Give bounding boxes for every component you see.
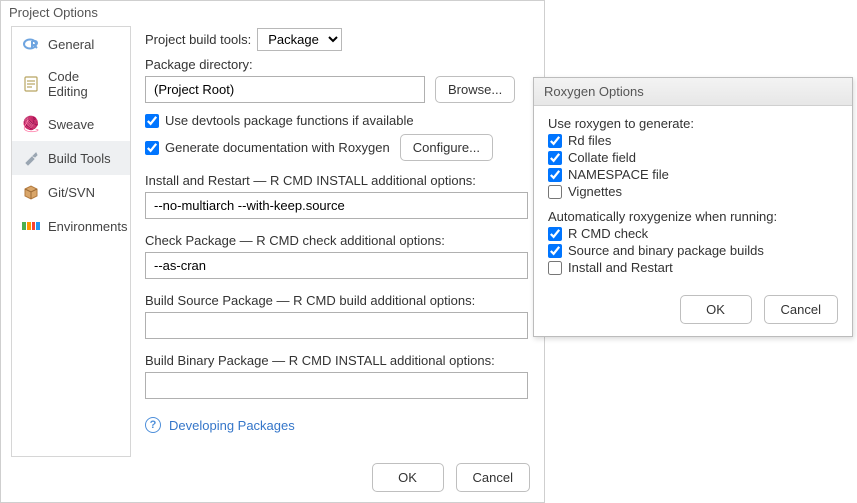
roxygen-auto-install[interactable]: Install and Restart xyxy=(548,260,838,275)
check-opts-input[interactable] xyxy=(145,252,528,279)
roxygen-auto-check[interactable]: R CMD check xyxy=(548,226,838,241)
use-devtools-checkbox[interactable] xyxy=(145,114,159,128)
configure-button[interactable]: Configure... xyxy=(400,134,493,161)
sidebar-item-label: Code Editing xyxy=(48,69,120,99)
sidebar-item-label: Build Tools xyxy=(48,151,111,166)
sidebar-item-code-editing[interactable]: Code Editing xyxy=(12,61,130,107)
package-box-icon xyxy=(22,183,40,201)
cancel-button[interactable]: Cancel xyxy=(456,463,530,492)
browse-button[interactable]: Browse... xyxy=(435,76,515,103)
roxygen-gen-vignettes[interactable]: Vignettes xyxy=(548,184,838,199)
roxygen-gen-namespace[interactable]: NAMESPACE file xyxy=(548,167,838,182)
build-src-opts-input[interactable] xyxy=(145,312,528,339)
sidebar-item-label: General xyxy=(48,37,94,52)
sidebar-item-label: Git/SVN xyxy=(48,185,95,200)
document-icon xyxy=(22,75,40,93)
build-bin-opts-input[interactable] xyxy=(145,372,528,399)
r-logo-icon xyxy=(22,35,40,53)
build-tools-label: Project build tools: xyxy=(145,32,251,47)
dialog-body: General Code Editing 🧶 Sweave Build xyxy=(1,26,544,457)
sidebar-item-git-svn[interactable]: Git/SVN xyxy=(12,175,130,209)
check-opts-label: Check Package — R CMD check additional o… xyxy=(145,233,528,248)
gen-roxygen-checkbox[interactable] xyxy=(145,141,159,155)
roxygen-gen-rd[interactable]: Rd files xyxy=(548,133,838,148)
gen-roxygen-row[interactable]: Generate documentation with Roxygen xyxy=(145,140,390,155)
sweave-icon: 🧶 xyxy=(22,115,40,133)
help-icon: ? xyxy=(145,417,161,433)
build-bin-opts-label: Build Binary Package — R CMD INSTALL add… xyxy=(145,353,528,368)
sidebar-item-general[interactable]: General xyxy=(12,27,130,61)
developing-packages-link[interactable]: Developing Packages xyxy=(169,418,295,433)
pkg-dir-label: Package directory: xyxy=(145,57,528,72)
roxygen-gen-heading: Use roxygen to generate: xyxy=(548,116,838,131)
sidebar-item-label: Sweave xyxy=(48,117,94,132)
sidebar-item-environments[interactable]: Environments xyxy=(12,209,130,243)
pkg-dir-input[interactable] xyxy=(145,76,425,103)
tools-icon xyxy=(22,149,40,167)
roxygen-gen-collate[interactable]: Collate field xyxy=(548,150,838,165)
install-opts-label: Install and Restart — R CMD INSTALL addi… xyxy=(145,173,528,188)
roxygen-auto-build[interactable]: Source and binary package builds xyxy=(548,243,838,258)
gen-roxygen-label: Generate documentation with Roxygen xyxy=(165,140,390,155)
ok-button[interactable]: OK xyxy=(372,463,444,492)
roxygen-dialog-title: Roxygen Options xyxy=(534,78,852,106)
roxygen-auto-heading: Automatically roxygenize when running: xyxy=(548,209,838,224)
build-tools-select[interactable]: Package xyxy=(257,28,342,51)
project-options-dialog: Project Options General Code Editing xyxy=(0,0,545,503)
build-src-opts-label: Build Source Package — R CMD build addit… xyxy=(145,293,528,308)
sidebar-item-build-tools[interactable]: Build Tools xyxy=(12,141,130,175)
sidebar-item-label: Environments xyxy=(48,219,127,234)
roxygen-options-dialog: Roxygen Options Use roxygen to generate:… xyxy=(533,77,853,337)
build-tools-pane: Project build tools: Package Package dir… xyxy=(131,26,534,457)
use-devtools-label: Use devtools package functions if availa… xyxy=(165,113,414,128)
dialog-footer: OK Cancel xyxy=(372,463,530,492)
sidebar-item-sweave[interactable]: 🧶 Sweave xyxy=(12,107,130,141)
environments-icon xyxy=(22,217,40,235)
roxygen-ok-button[interactable]: OK xyxy=(680,295,752,324)
use-devtools-row[interactable]: Use devtools package functions if availa… xyxy=(145,113,528,128)
install-opts-input[interactable] xyxy=(145,192,528,219)
dialog-title: Project Options xyxy=(1,1,544,26)
sidebar-nav: General Code Editing 🧶 Sweave Build xyxy=(11,26,131,457)
roxygen-cancel-button[interactable]: Cancel xyxy=(764,295,838,324)
